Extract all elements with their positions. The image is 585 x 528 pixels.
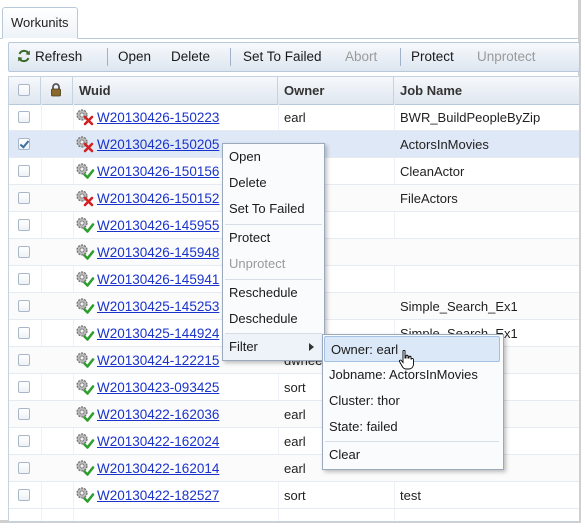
row-checkbox[interactable] (18, 300, 30, 312)
wuid-link[interactable]: W20130426-145941 (97, 266, 219, 293)
row-checkbox[interactable] (18, 192, 30, 204)
context-protect[interactable]: Protect (223, 225, 322, 251)
completed-gear-icon (76, 163, 95, 179)
wuid-link[interactable]: W20130422-162036 (97, 401, 219, 428)
context-filter[interactable]: Filter (223, 334, 322, 360)
completed-gear-icon (76, 433, 95, 449)
refresh-button[interactable]: Refresh (17, 43, 82, 71)
toolbar-separator (400, 48, 401, 66)
owner-cell: earl (284, 407, 306, 422)
hand-cursor-icon (398, 350, 414, 370)
row-checkbox[interactable] (18, 354, 30, 366)
wuid-link[interactable]: W20130423-093425 (97, 374, 219, 401)
wuid-link[interactable]: W20130422-182527 (97, 482, 219, 509)
completed-gear-icon (76, 460, 95, 476)
completed-gear-icon (76, 406, 95, 422)
completed-gear-icon (76, 379, 95, 395)
row-checkbox[interactable] (18, 489, 30, 501)
owner-cell: earl (284, 110, 306, 125)
context-deschedule[interactable]: Deschedule (223, 306, 322, 332)
wuid-link[interactable]: W20130424-122215 (97, 347, 219, 374)
owner-cell: earl (284, 434, 306, 449)
submenu-arrow-icon (309, 343, 314, 351)
job-name-cell: BWR_BuildPeopleByZip (400, 110, 541, 125)
refresh-label: Refresh (35, 49, 83, 64)
failed-gear-icon (76, 190, 94, 207)
context-set-to-failed[interactable]: Set To Failed (223, 196, 322, 222)
wuid-link[interactable]: W20130422-162024 (97, 428, 219, 455)
wuid-link[interactable]: W20130426-150223 (97, 104, 219, 131)
filter-clear[interactable]: Clear (323, 442, 501, 468)
completed-gear-icon (76, 352, 95, 368)
failed-gear-icon (76, 136, 94, 153)
completed-gear-icon (76, 298, 95, 314)
protect-button[interactable]: Protect (411, 43, 454, 71)
wuid-link[interactable]: W20130422-162014 (97, 455, 219, 482)
wuid-link[interactable]: W20130426-150156 (97, 158, 219, 185)
context-open[interactable]: Open (223, 144, 322, 170)
completed-gear-icon (76, 325, 95, 341)
filter-state[interactable]: State: failed (323, 414, 501, 440)
wuid-link[interactable]: W20130426-150152 (97, 185, 219, 212)
completed-gear-icon (76, 244, 95, 260)
row-checkbox[interactable] (18, 246, 30, 258)
wuid-link[interactable]: W20130426-145948 (97, 239, 219, 266)
abort-button[interactable]: Abort (345, 43, 377, 71)
toolbar-separator (230, 48, 231, 66)
context-filter-label: Filter (229, 339, 258, 354)
owner-cell: sort (284, 488, 306, 503)
wuid-link[interactable]: W20130425-145253 (97, 293, 219, 320)
context-unprotect[interactable]: Unprotect (223, 251, 322, 277)
owner-cell: sort (284, 380, 306, 395)
lock-icon (51, 83, 61, 97)
owner-cell: earl (284, 461, 306, 476)
filter-cluster[interactable]: Cluster: thor (323, 388, 501, 414)
grid-header: Wuid Owner Job Name (9, 77, 579, 105)
row-checkbox[interactable] (18, 138, 30, 150)
tab-workunits[interactable]: Workunits (2, 7, 78, 39)
wuid-link[interactable]: W20130425-144924 (97, 320, 219, 347)
job-name-cell: Simple_Search_Ex1 (400, 299, 518, 314)
job-name-cell: ActorsInMovies (400, 137, 489, 152)
tab-bar: Workunits (0, 0, 578, 39)
refresh-icon (18, 49, 30, 63)
owner-column-header[interactable]: Owner (278, 77, 394, 104)
context-menu: Open Delete Set To Failed Protect Unprot… (222, 143, 325, 361)
workunits-panel: Workunits Refresh Open Delete Set To Fai… (0, 0, 581, 523)
toolbar-separator (107, 48, 108, 66)
row-checkbox[interactable] (18, 327, 30, 339)
job-name-column-header[interactable]: Job Name (394, 77, 579, 104)
table-row[interactable]: W20130426-150223 earl BWR_BuildPeopleByZip (9, 104, 579, 131)
table-row[interactable]: W20130422-182527 sort test (9, 482, 579, 509)
job-name-cell: test (400, 488, 421, 503)
wuid-column-header[interactable]: Wuid (73, 77, 278, 104)
row-checkbox[interactable] (18, 408, 30, 420)
row-checkbox[interactable] (18, 273, 30, 285)
row-checkbox[interactable] (18, 111, 30, 123)
row-checkbox[interactable] (18, 462, 30, 474)
set-to-failed-button[interactable]: Set To Failed (243, 43, 322, 71)
context-delete[interactable]: Delete (223, 170, 322, 196)
select-all-checkbox[interactable] (18, 84, 30, 96)
row-checkbox[interactable] (18, 219, 30, 231)
completed-gear-icon (76, 487, 95, 503)
select-all-header (9, 77, 41, 104)
job-name-cell: CleanActor (400, 164, 465, 179)
protected-column-header[interactable] (41, 77, 73, 104)
context-reschedule[interactable]: Reschedule (223, 280, 322, 306)
wuid-link[interactable]: W20130426-145955 (97, 212, 219, 239)
job-name-cell: FileActors (400, 191, 458, 206)
row-checkbox[interactable] (18, 381, 30, 393)
wuid-link[interactable]: W20130426-150205 (97, 131, 219, 158)
open-button[interactable]: Open (118, 43, 151, 71)
row-checkbox[interactable] (18, 165, 30, 177)
completed-gear-icon (76, 271, 95, 287)
toolbar: Refresh Open Delete Set To Failed Abort … (8, 42, 580, 72)
row-checkbox[interactable] (18, 435, 30, 447)
delete-button[interactable]: Delete (171, 43, 210, 71)
completed-gear-icon (76, 217, 95, 233)
failed-gear-icon (76, 109, 94, 126)
unprotect-button[interactable]: Unprotect (477, 43, 536, 71)
